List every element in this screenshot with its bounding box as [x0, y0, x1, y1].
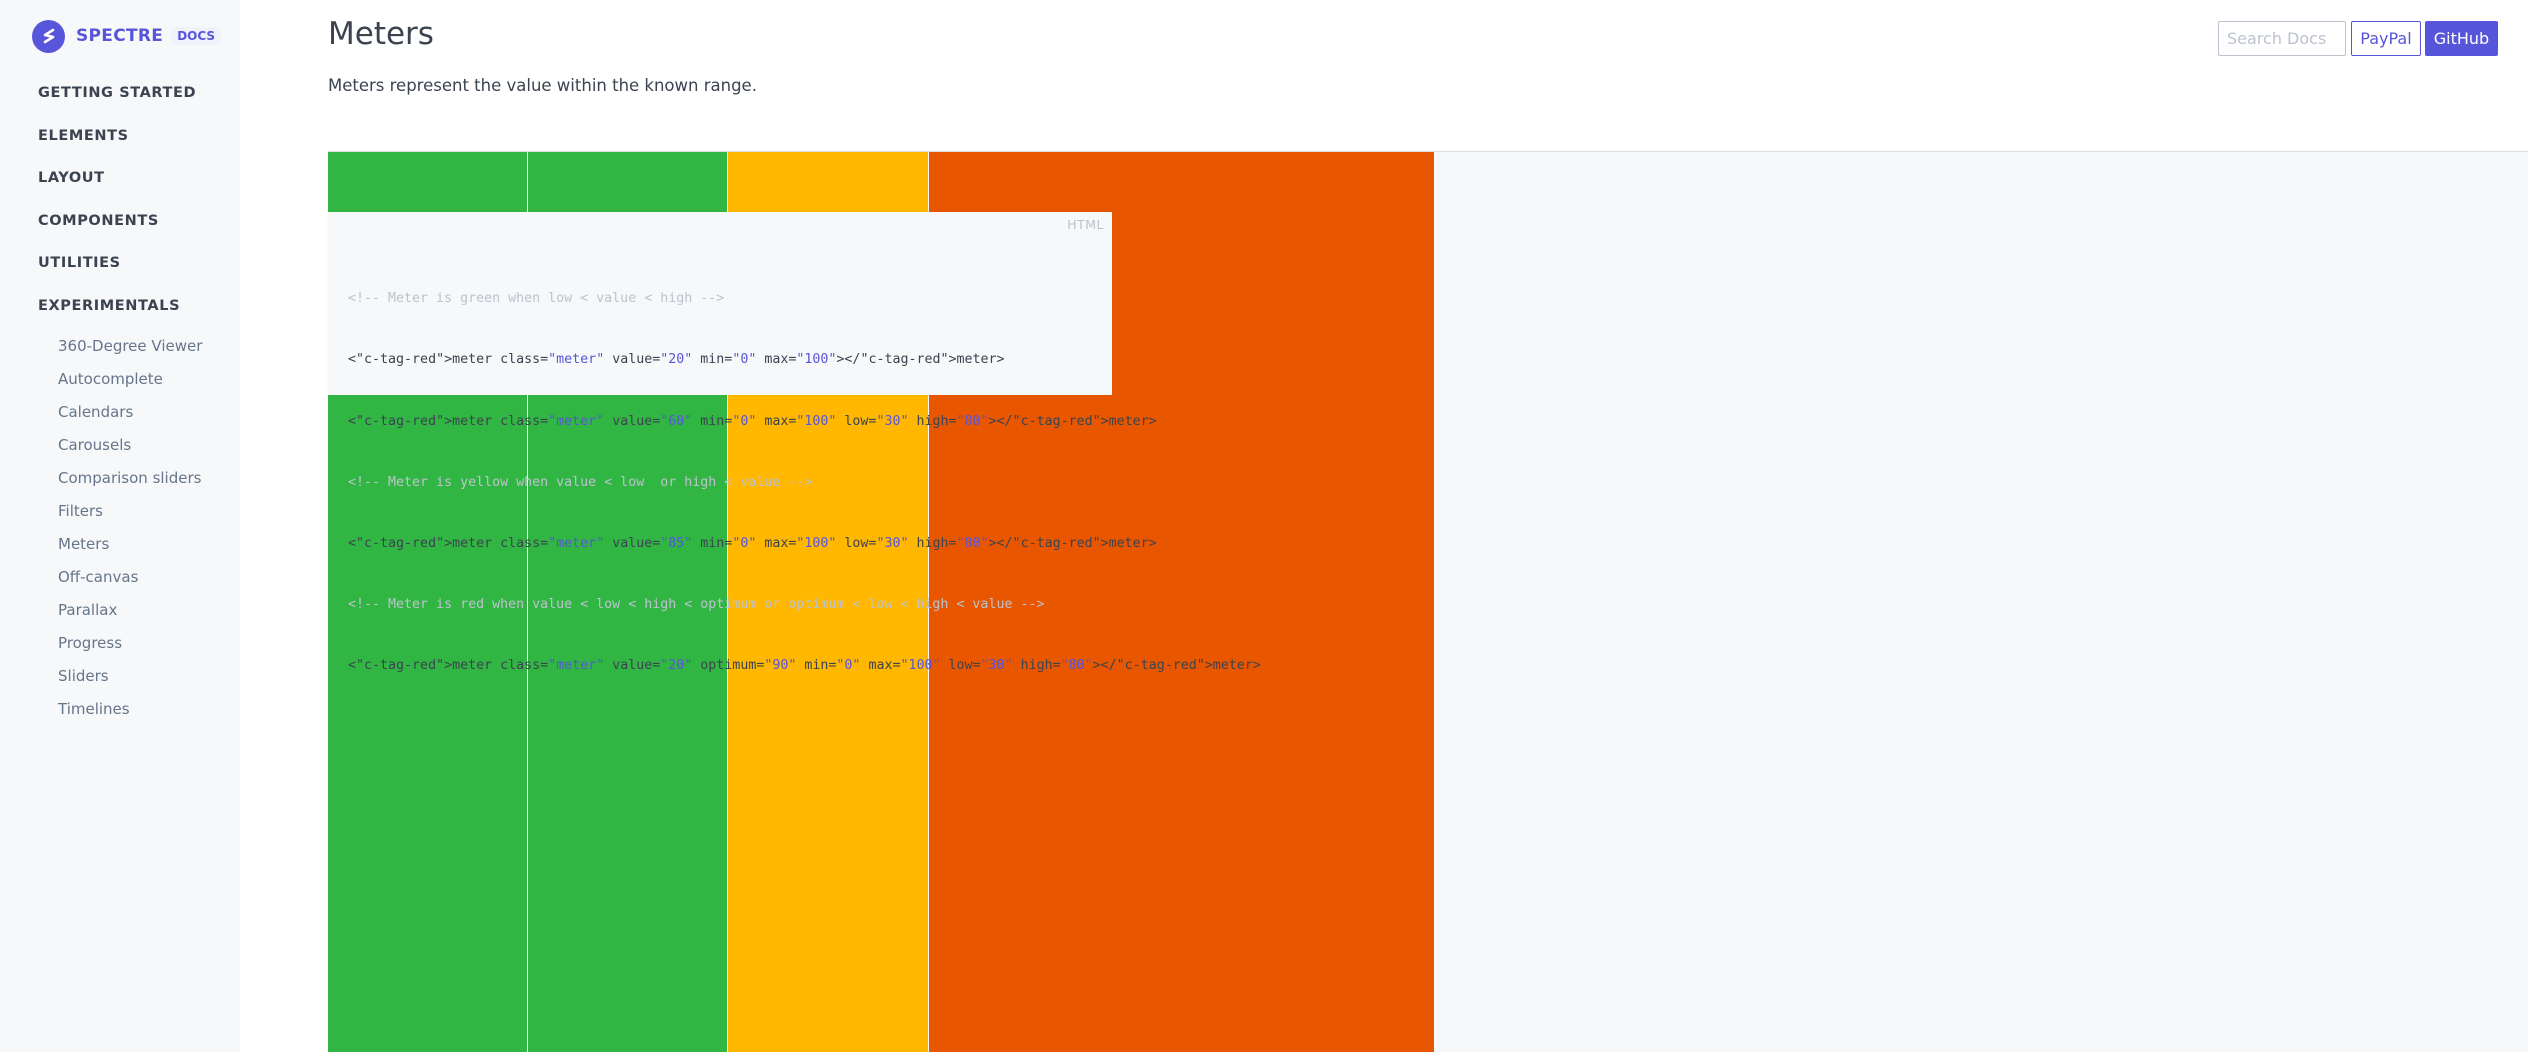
nav-item-off-canvas[interactable]: Off-canvas	[58, 568, 138, 586]
code-line-2: <"c-tag-red">meter class="meter" value="…	[348, 352, 1005, 368]
code-line-3: <"c-tag-red">meter class="meter" value="…	[348, 413, 1157, 429]
nav-item-comparison-sliders[interactable]: Comparison sliders	[58, 469, 201, 487]
code-block: HTML <!-- Meter is green when low < valu…	[328, 212, 1261, 673]
nav-item-meters[interactable]: Meters	[58, 535, 109, 553]
nav-item-360-degree-viewer[interactable]: 360-Degree Viewer	[58, 337, 202, 355]
spectre-logo-icon	[32, 19, 65, 53]
nav-section-utilities[interactable]: UTILITIES	[38, 255, 121, 271]
github-button[interactable]: GitHub	[2425, 21, 2498, 56]
main-content: Meters Meters represent the value within…	[240, 0, 2528, 1052]
code-line-6: <!-- Meter is red when value < low < hig…	[348, 597, 1045, 613]
nav-item-parallax[interactable]: Parallax	[58, 601, 117, 619]
nav-section-elements[interactable]: ELEMENTS	[38, 128, 129, 144]
brand[interactable]: SPECTRE DOCS	[32, 19, 222, 53]
nav-item-calendars[interactable]: Calendars	[58, 403, 133, 421]
code-language-label: HTML	[1067, 217, 1104, 232]
nav-section-layout[interactable]: LAYOUT	[38, 170, 105, 186]
code-line-4: <!-- Meter is yellow when value < low or…	[348, 474, 813, 490]
nav-section-components[interactable]: COMPONENTS	[38, 213, 159, 229]
paypal-button[interactable]: PayPal	[2351, 21, 2421, 56]
page-description: Meters represent the value within the kn…	[328, 76, 757, 95]
nav-item-filters[interactable]: Filters	[58, 502, 103, 520]
sidebar: SPECTRE DOCS GETTING STARTED ELEMENTS LA…	[0, 0, 240, 1052]
page-title: Meters	[328, 16, 434, 52]
nav-section-experimentals[interactable]: EXPERIMENTALS	[38, 298, 180, 314]
nav-item-autocomplete[interactable]: Autocomplete	[58, 370, 163, 388]
nav-item-sliders[interactable]: Sliders	[58, 667, 109, 685]
code-line-1: <!-- Meter is green when low < value < h…	[348, 291, 725, 307]
nav-item-progress[interactable]: Progress	[58, 634, 122, 652]
brand-name: SPECTRE	[76, 26, 164, 46]
nav-item-carousels[interactable]: Carousels	[58, 436, 131, 454]
nav-section-getting-started[interactable]: GETTING STARTED	[38, 85, 196, 101]
nav-item-timelines[interactable]: Timelines	[58, 700, 130, 718]
brand-docs-badge: DOCS	[171, 27, 222, 45]
code-line-7: <"c-tag-red">meter class="meter" value="…	[348, 658, 1261, 674]
code-line-5: <"c-tag-red">meter class="meter" value="…	[348, 536, 1157, 552]
search-input[interactable]	[2218, 21, 2346, 56]
